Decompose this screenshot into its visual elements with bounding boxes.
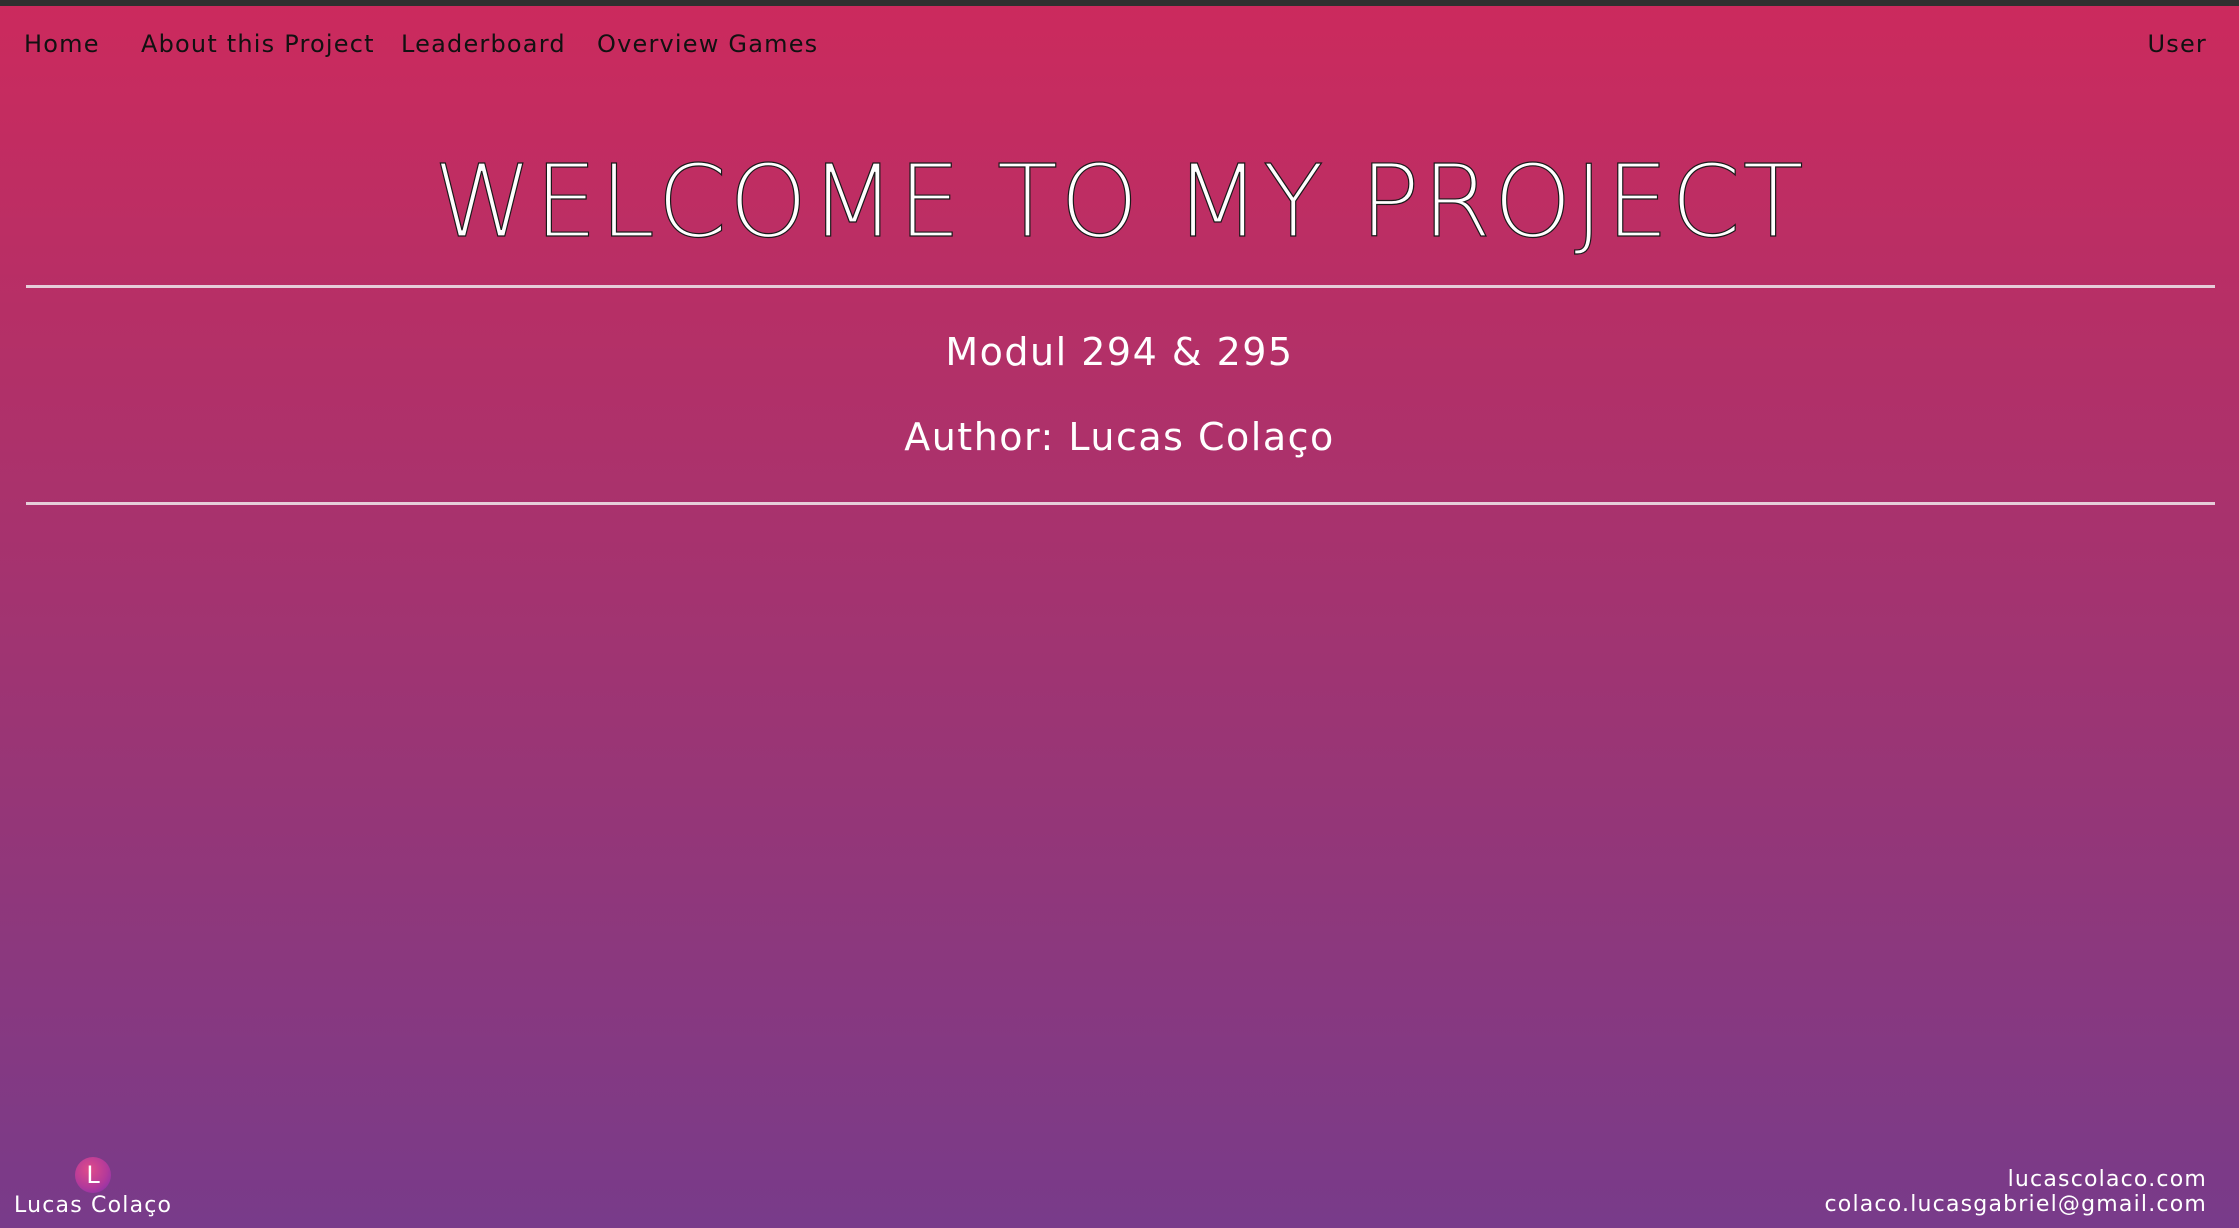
divider-top <box>26 285 2215 288</box>
top-navigation: Home About this Project Leaderboard Over… <box>0 6 2239 78</box>
module-subtitle: Modul 294 & 295 <box>945 330 1294 374</box>
author-subtitle: Author: Lucas Colaço <box>904 415 1335 459</box>
nav-link-home[interactable]: Home <box>24 30 100 58</box>
page-title: WELCOME TO MY PROJECT <box>433 142 1806 260</box>
avatar: L <box>75 1157 111 1193</box>
footer-author-name: Lucas Colaço <box>14 1193 173 1218</box>
footer-email-link[interactable]: colaco.lucasgabriel@gmail.com <box>1824 1192 2207 1217</box>
footer-website-link[interactable]: lucascolaco.com <box>2008 1167 2207 1192</box>
nav-link-overview-games[interactable]: Overview Games <box>597 30 818 58</box>
nav-link-user[interactable]: User <box>2147 30 2207 58</box>
nav-link-about[interactable]: About this Project <box>141 30 375 58</box>
divider-bottom <box>26 502 2215 505</box>
nav-link-leaderboard[interactable]: Leaderboard <box>401 30 566 58</box>
